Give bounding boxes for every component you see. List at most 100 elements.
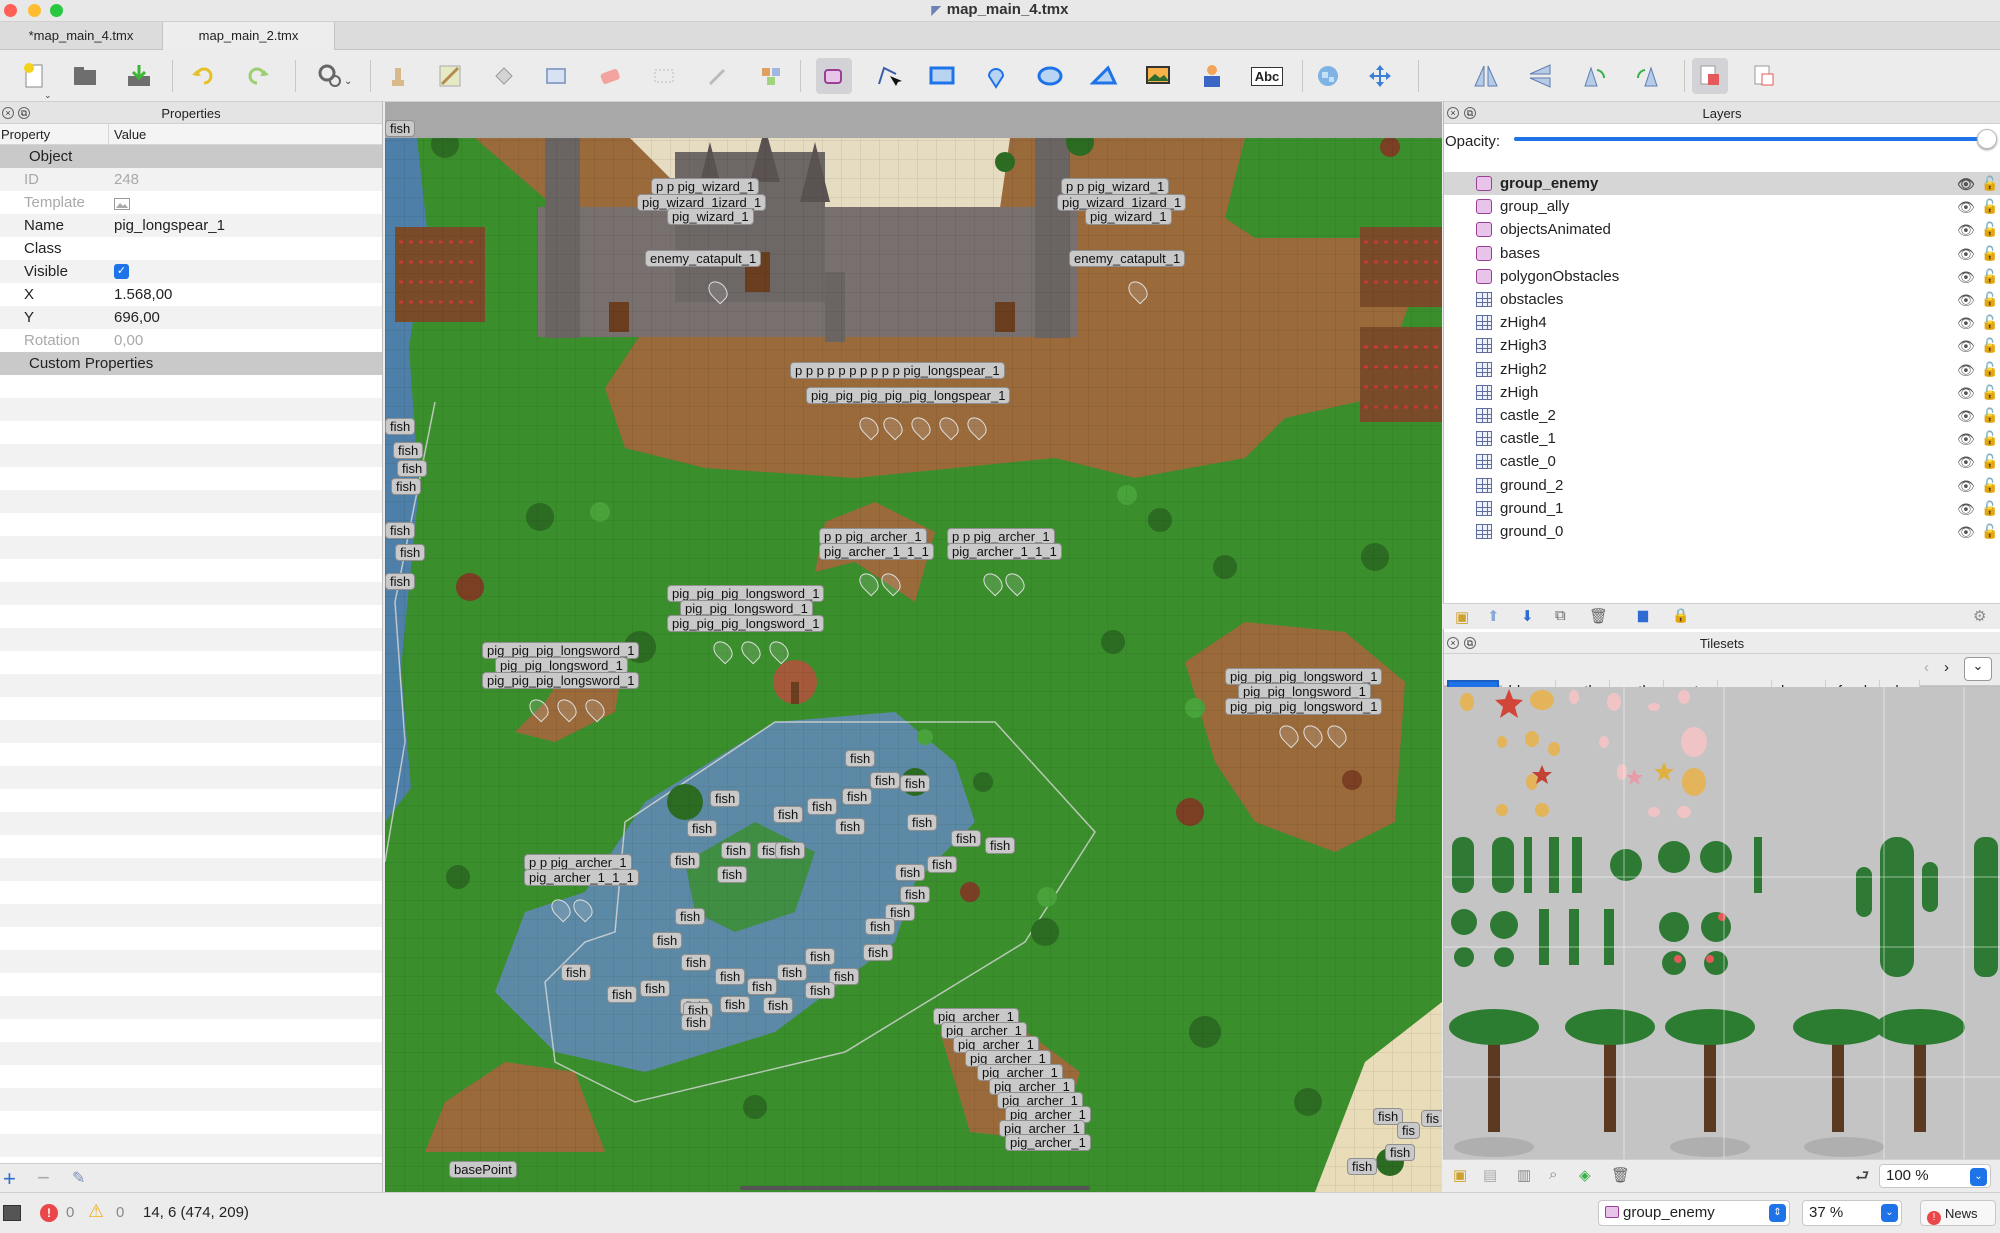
unlock-icon[interactable]: 🔓 [1981, 291, 1998, 308]
insert-point-icon[interactable] [978, 58, 1014, 94]
layer-row[interactable]: bases 👁 🔓 [1444, 242, 2000, 265]
eye-icon[interactable]: 👁 [1957, 501, 1975, 518]
chevron-down-icon[interactable]: ⌄ [44, 90, 52, 101]
eye-icon[interactable]: 👁 [1957, 338, 1975, 355]
x-field[interactable]: 1.568,00 [114, 286, 172, 303]
unlock-icon[interactable]: 🔓 [1981, 500, 1998, 517]
layer-row[interactable]: castle_2 👁 🔓 [1444, 404, 2000, 427]
layer-row[interactable]: zHigh 👁 🔓 [1444, 381, 2000, 404]
unlock-icon[interactable]: 🔓 [1981, 477, 1998, 494]
opacity-slider[interactable] [1514, 137, 1986, 141]
unlock-icon[interactable]: 🔓 [1981, 453, 1998, 470]
unlock-icon[interactable]: 🔓 [1981, 384, 1998, 401]
terrain-brush-icon[interactable] [432, 58, 468, 94]
insert-template-icon[interactable] [1194, 58, 1230, 94]
wang-fill-icon[interactable] [1746, 58, 1782, 94]
eye-icon[interactable]: 👁 [1957, 524, 1975, 541]
lock-layer-icon[interactable]: 🔒 [1672, 607, 1689, 624]
tab-map-main-4[interactable]: *map_main_4.tmx [0, 22, 163, 50]
rotate-left-icon[interactable] [1576, 58, 1612, 94]
property-name[interactable]: Name pig_longspear_1 [0, 214, 382, 237]
close-icon[interactable]: × [2, 107, 14, 119]
unlock-icon[interactable]: 🔓 [1981, 337, 1998, 354]
eye-icon[interactable]: 👁 [1957, 385, 1975, 402]
float-icon[interactable]: ⧉ [18, 107, 30, 119]
save-icon[interactable] [121, 58, 157, 94]
rectangle-select-icon[interactable] [538, 58, 574, 94]
tab-map-main-2[interactable]: map_main_2.tmx [163, 22, 335, 50]
y-field[interactable]: 696,00 [114, 309, 160, 326]
select-icon[interactable] [646, 58, 682, 94]
layer-row[interactable]: group_enemy 👁 🔓 [1444, 172, 2000, 195]
lower-layer-icon[interactable]: ⬇ [1521, 607, 1534, 625]
layer-row[interactable]: zHigh3 👁 🔓 [1444, 334, 2000, 357]
unlock-icon[interactable]: 🔓 [1981, 268, 1998, 285]
property-x[interactable]: X 1.568,00 [0, 283, 382, 306]
edit-tileset-icon[interactable]: ⌕ [1549, 1166, 1557, 1183]
world-tool-icon[interactable] [1310, 58, 1346, 94]
eye-icon[interactable]: 👁 [1957, 431, 1975, 448]
dynamic-wrapping-icon[interactable]: ◈ [1579, 1166, 1591, 1184]
close-icon[interactable]: × [1447, 107, 1459, 119]
raise-layer-icon[interactable]: ⬆ [1487, 607, 1500, 625]
insert-polygon-icon[interactable] [1086, 58, 1122, 94]
export-tileset-icon[interactable]: ▥ [1517, 1166, 1531, 1184]
new-tileset-icon[interactable]: ▣ [1453, 1166, 1467, 1184]
map-horizontal-scrollbar[interactable] [740, 1186, 1090, 1190]
float-icon[interactable]: ⧉ [1464, 637, 1476, 649]
property-visible[interactable]: Visible ✓ [0, 260, 382, 283]
insert-ellipse-icon[interactable] [1032, 58, 1068, 94]
layer-settings-icon[interactable]: ⚙ [1973, 607, 1986, 625]
eraser-icon[interactable] [592, 58, 628, 94]
select-objects-icon[interactable] [816, 58, 852, 94]
remove-property-icon[interactable]: − [37, 1165, 50, 1191]
rename-property-icon[interactable]: ✎ [72, 1168, 85, 1188]
layer-row[interactable]: polygonObstacles 👁 🔓 [1444, 265, 2000, 288]
unlock-icon[interactable]: 🔓 [1981, 407, 1998, 424]
eye-icon[interactable]: 👁 [1957, 454, 1975, 471]
tileset-grid[interactable] [1444, 687, 2000, 1191]
layer-row[interactable]: castle_1 👁 🔓 [1444, 427, 2000, 450]
tileset-zoom-select[interactable]: 100 % ⌄ [1879, 1164, 1991, 1188]
tileset-menu-button[interactable]: ⌄ [1964, 657, 1992, 681]
chevron-left-icon[interactable]: ‹ [1924, 659, 1929, 676]
group-object[interactable]: Object [0, 145, 382, 168]
eye-icon[interactable]: 👁 [1957, 269, 1975, 286]
eye-icon[interactable]: 👁 [1957, 176, 1975, 193]
rotate-right-icon[interactable] [1630, 58, 1666, 94]
fill-icon[interactable] [486, 58, 522, 94]
remove-tileset-icon[interactable]: 🗑 [1611, 1166, 1630, 1184]
terminal-icon[interactable] [3, 1205, 21, 1221]
layer-row[interactable]: ground_2 👁 🔓 [1444, 474, 2000, 497]
move-icon[interactable] [1362, 58, 1398, 94]
current-layer-select[interactable]: group_enemy ⇕ [1598, 1200, 1790, 1226]
property-y[interactable]: Y 696,00 [0, 306, 382, 329]
name-field[interactable]: pig_longspear_1 [114, 217, 225, 234]
news-button[interactable]: ! News [1920, 1200, 1996, 1226]
visible-checkbox[interactable]: ✓ [114, 264, 129, 279]
eye-icon[interactable]: 👁 [1957, 408, 1975, 425]
map-canvas[interactable] [385, 102, 1442, 1192]
layer-row[interactable]: ground_1 👁 🔓 [1444, 497, 2000, 520]
insert-tile-icon[interactable] [1140, 58, 1176, 94]
layer-row[interactable]: group_ally 👁 🔓 [1444, 195, 2000, 218]
insert-rectangle-icon[interactable] [924, 58, 960, 94]
unlock-icon[interactable]: 🔓 [1981, 221, 1998, 238]
layer-row[interactable]: objectsAnimated 👁 🔓 [1444, 218, 2000, 241]
warning-icon[interactable]: ⚠ [88, 1201, 104, 1222]
add-property-icon[interactable]: + [3, 1166, 16, 1192]
eye-icon[interactable]: 👁 [1957, 362, 1975, 379]
eye-icon[interactable]: 👁 [1957, 478, 1975, 495]
rotation-field[interactable]: 0,00 [114, 332, 143, 349]
open-icon[interactable] [67, 58, 103, 94]
chevron-down-icon[interactable]: ⌄ [344, 76, 352, 87]
flip-horizontal-icon[interactable] [1468, 58, 1504, 94]
column-property[interactable]: Property [1, 127, 50, 142]
stamp-icon[interactable] [380, 58, 416, 94]
close-icon[interactable]: × [1447, 637, 1459, 649]
layer-row[interactable]: castle_0 👁 🔓 [1444, 450, 2000, 473]
unlock-icon[interactable]: 🔓 [1981, 523, 1998, 540]
eye-icon[interactable]: 👁 [1957, 292, 1975, 309]
return-icon[interactable]: ⮐ [1855, 1165, 1869, 1192]
unlock-icon[interactable]: 🔓 [1981, 175, 1998, 192]
